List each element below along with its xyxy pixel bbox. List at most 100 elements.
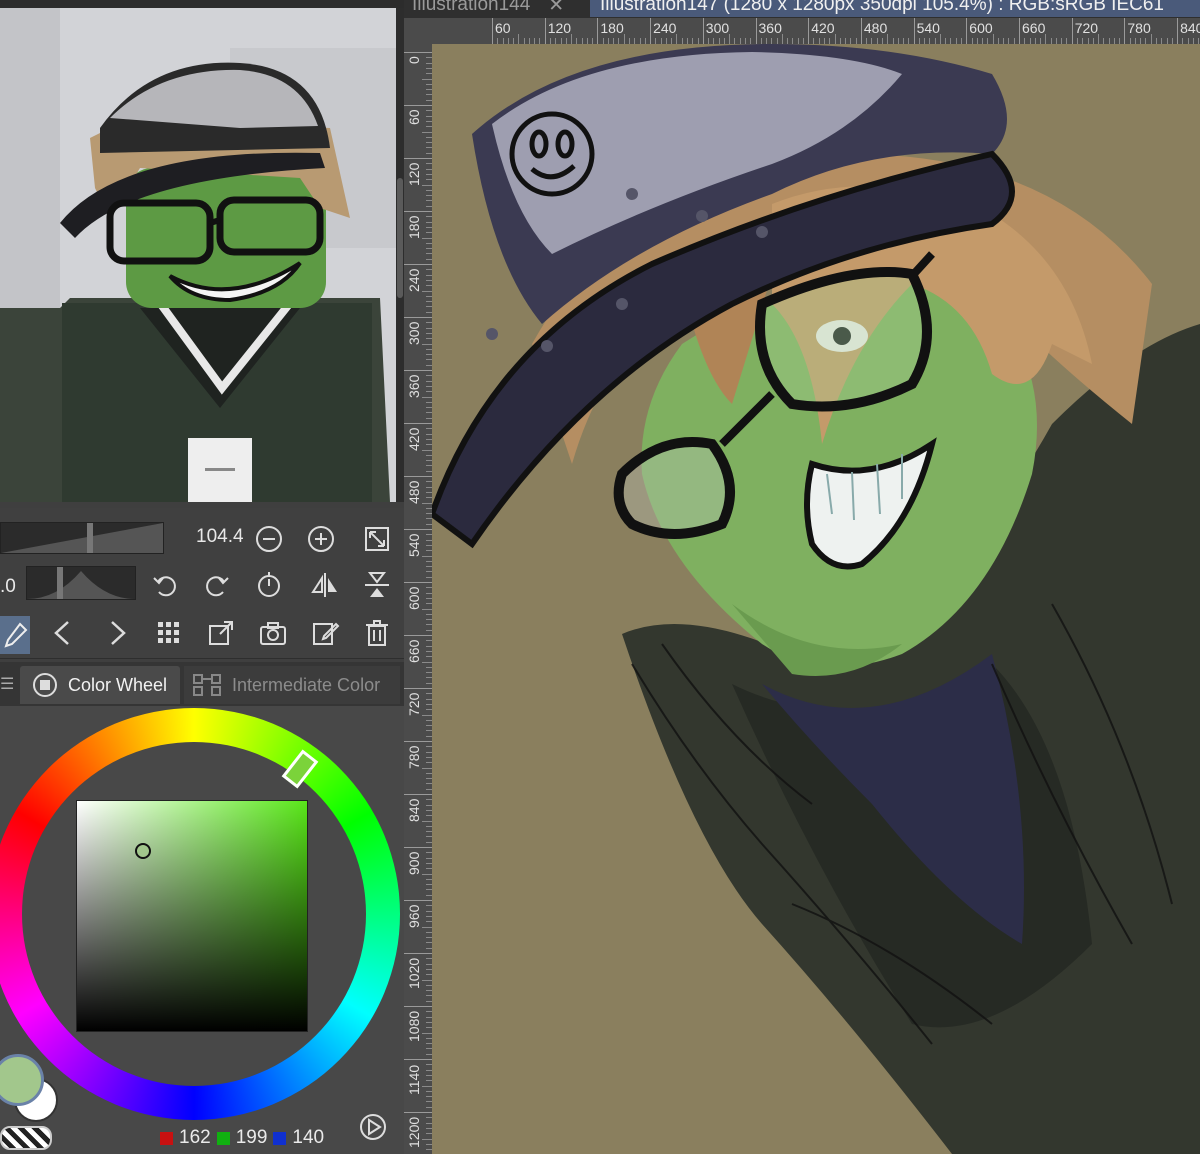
green-channel-icon [216, 1131, 230, 1145]
ruler-tick [404, 1059, 432, 1060]
next-button[interactable] [100, 616, 134, 650]
green-value[interactable]: 199 [236, 1127, 268, 1149]
tab-intermediate-color[interactable]: Intermediate Color [184, 666, 400, 704]
ruler-tick [404, 953, 432, 954]
ruler-minor-tick [422, 926, 432, 928]
rgb-readout: 162 199 140 [160, 1126, 324, 1150]
trash-icon [366, 620, 388, 646]
zoom-slider[interactable] [0, 522, 164, 554]
flip-horizontal-icon [311, 573, 337, 597]
transparent-color-swatch[interactable] [0, 1126, 52, 1150]
rotation-slider[interactable] [26, 566, 136, 600]
blue-channel-icon [273, 1131, 287, 1145]
edit-icon [313, 622, 340, 645]
reference-scrollbar-thumb[interactable] [397, 178, 403, 298]
tab-color-wheel[interactable]: Color Wheel [20, 666, 180, 704]
zoom-slider-thumb [87, 523, 93, 553]
rotate-left-icon [153, 576, 176, 597]
ruler-corner [404, 18, 432, 44]
ruler-tick-label: 600 [406, 586, 422, 610]
ruler-tick [404, 1112, 432, 1113]
reset-rotation-button[interactable] [252, 568, 286, 602]
left-panel: 104.4 .0 ☰ Color Wheel Intermediate Colo… [0, 0, 404, 1154]
ruler-tick [492, 18, 493, 44]
ruler-minor-tick [422, 396, 432, 398]
previous-button[interactable] [46, 616, 80, 650]
navigator-tool-row [0, 610, 404, 659]
ruler-tick-label: 60 [406, 109, 422, 125]
delete-reference-button[interactable] [360, 616, 394, 650]
reference-image-view[interactable] [0, 8, 396, 502]
document-tab-bar: Illustration144 ✕ Illustration147 (1280 … [404, 0, 1200, 18]
ruler-tick-label: 900 [406, 851, 422, 875]
ruler-tick-label: 600 [969, 20, 993, 36]
capture-button[interactable] [256, 616, 290, 650]
color-mode-toggle-button[interactable] [356, 1110, 390, 1144]
panel-menu-icon[interactable]: ☰ [0, 674, 14, 694]
ruler-minor-tick [422, 237, 432, 239]
ruler-minor-tick [887, 34, 889, 44]
ruler-tick [650, 18, 652, 44]
ruler-tick-label: 540 [406, 533, 422, 557]
grid-icon [158, 622, 179, 643]
play-circle-icon [360, 1114, 386, 1140]
ruler-minor-tick [422, 873, 432, 875]
ruler-tick [1071, 18, 1073, 44]
eyedropper-button[interactable] [0, 616, 30, 654]
saturation-value-marker[interactable] [135, 843, 151, 859]
ruler-tick [702, 18, 704, 44]
ruler-minor-tick [422, 449, 432, 451]
reference-scrollbar[interactable] [396, 8, 404, 502]
ruler-tick [404, 317, 432, 318]
rotation-value[interactable]: .0 [0, 576, 16, 598]
rotation-slider-track [27, 567, 135, 599]
ruler-tick-label: 240 [406, 268, 422, 292]
ruler-tick-label: 1200 [406, 1116, 422, 1148]
import-image-button[interactable] [204, 616, 238, 650]
vertical-ruler[interactable]: 0 60 120 180 240 300 360 420 480 540 600 660 720 780 8… [404, 44, 433, 1154]
rotate-right-button[interactable] [200, 568, 234, 602]
ruler-tick-label: 720 [1074, 20, 1099, 36]
ruler-minor-tick [992, 34, 994, 44]
tab-illustration147[interactable]: Illustration147 (1280 x 1280px 350dpi 10… [590, 0, 1200, 17]
tab-illustration144[interactable]: Illustration144 ✕ [412, 0, 586, 17]
reference-toolbar-strip [0, 0, 404, 8]
saturation-value-square[interactable] [76, 800, 308, 1032]
ruler-minor-tick [422, 767, 432, 769]
ruler-minor-tick [1150, 34, 1152, 44]
ruler-tick [404, 52, 432, 53]
horizontal-ruler[interactable]: 60 120 180 240 300 360 420 480 540 600 660 720 780 84… [432, 18, 1200, 45]
ruler-tick-label: 0 [406, 56, 422, 64]
intermediate-color-tab-icon [193, 674, 221, 696]
ruler-tick-label: 480 [406, 480, 422, 504]
ruler-tick-label: 180 [406, 215, 422, 239]
close-icon[interactable]: ✕ [548, 0, 564, 17]
drawing-canvas[interactable] [432, 44, 1200, 1154]
ruler-minor-tick [422, 979, 432, 981]
zoom-out-button[interactable] [252, 522, 286, 556]
rotation-row: .0 [0, 564, 404, 610]
tab-intermediate-color-label: Intermediate Color [232, 674, 381, 695]
ruler-tick [544, 18, 546, 44]
fit-to-window-button[interactable] [360, 522, 394, 556]
ruler-tick [860, 18, 862, 44]
flip-vertical-button[interactable] [360, 568, 394, 602]
ruler-minor-tick [422, 555, 432, 557]
ruler-tick-label: 660 [1022, 20, 1046, 36]
ruler-tick-label: 1020 [406, 957, 422, 989]
edit-reference-button[interactable] [308, 616, 342, 650]
blue-value[interactable]: 140 [292, 1127, 324, 1149]
thumbnail-grid-button[interactable] [152, 616, 186, 650]
red-value[interactable]: 162 [179, 1127, 211, 1149]
zoom-value[interactable]: 104.4 [196, 526, 244, 548]
flip-horizontal-button[interactable] [308, 568, 342, 602]
tab-illustration147-label: Illustration147 (1280 x 1280px 350dpi 10… [600, 0, 1164, 15]
ruler-tick [913, 18, 915, 44]
eyedropper-icon [4, 622, 28, 648]
ruler-minor-tick [422, 1032, 432, 1034]
ruler-tick-label: 360 [406, 374, 422, 398]
color-palette-tabs: ☰ Color Wheel Intermediate Color [0, 662, 404, 706]
zoom-in-button[interactable] [304, 522, 338, 556]
ruler-minor-tick [422, 608, 432, 610]
rotate-left-button[interactable] [148, 568, 182, 602]
